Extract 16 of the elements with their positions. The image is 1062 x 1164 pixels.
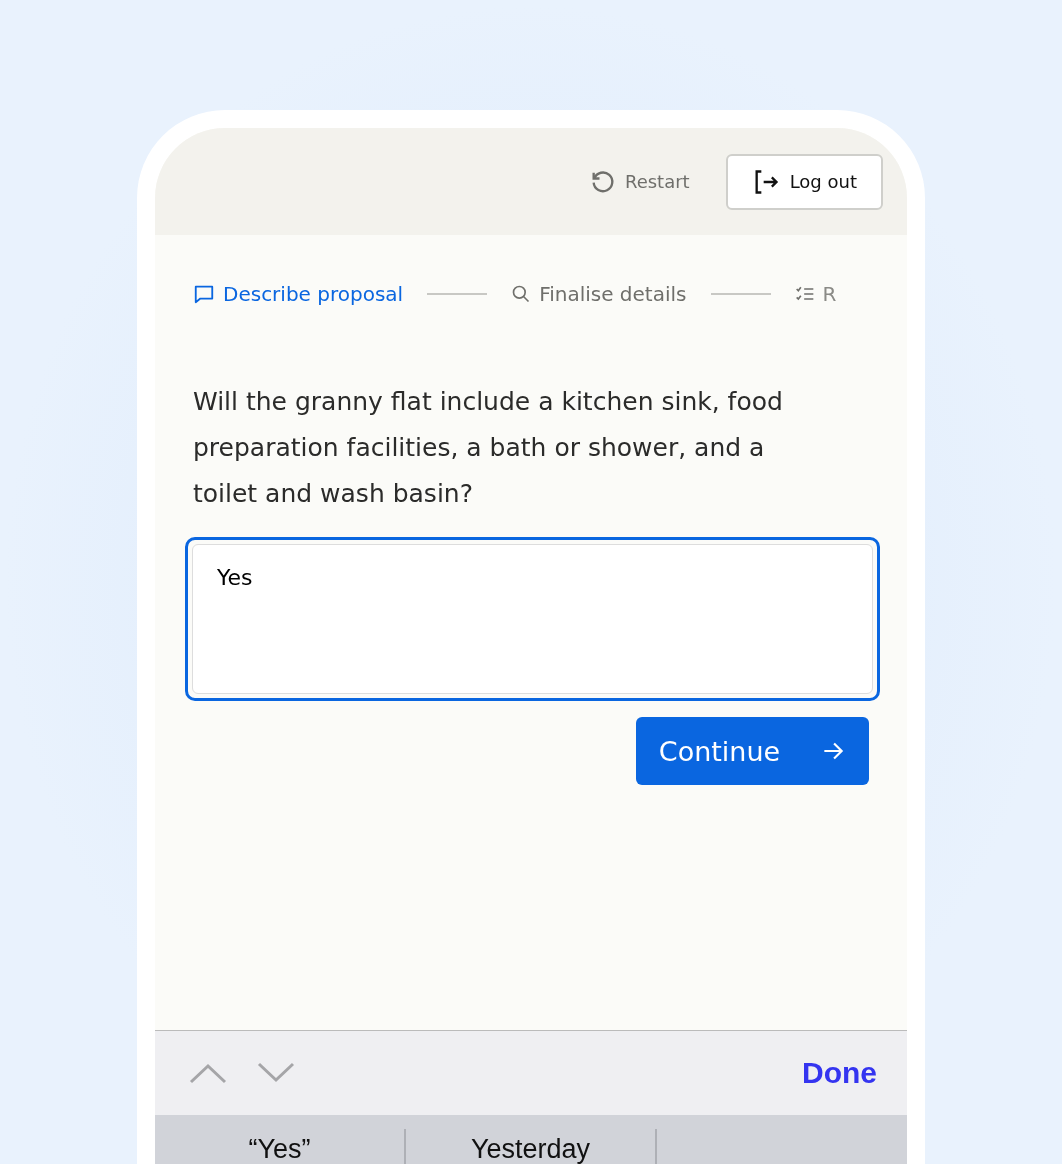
step-label: R: [822, 282, 837, 306]
logout-button[interactable]: Log out: [725, 153, 883, 210]
chat-icon: [193, 283, 215, 305]
question-text: Will the granny flat include a kitchen sink, food preparation facilities, a bath or shower, and a toilet and wash basin?: [193, 386, 784, 510]
search-icon: [511, 284, 532, 304]
continue-button[interactable]: Continue: [636, 717, 869, 785]
suggestion-item[interactable]: “Yes”: [155, 1128, 406, 1164]
done-button[interactable]: Done: [802, 1056, 877, 1090]
progress-step[interactable]: Finalise details: [511, 282, 687, 306]
chevron-down-icon[interactable]: [257, 1062, 295, 1084]
suggestion-item[interactable]: Yesterday: [406, 1128, 657, 1164]
progress-step[interactable]: R: [794, 282, 837, 306]
answer-field[interactable]: Yes: [185, 537, 880, 701]
restart-button[interactable]: Restart: [588, 167, 690, 196]
chevron-up-icon[interactable]: [189, 1062, 227, 1084]
step-label: Finalise details: [539, 282, 687, 306]
